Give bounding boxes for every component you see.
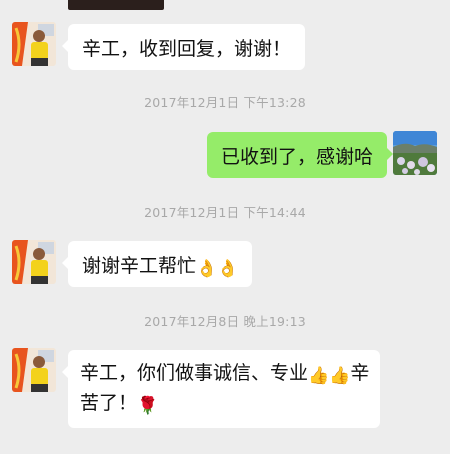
contact-avatar-icon[interactable] [12, 348, 56, 392]
message-bubble[interactable]: 已收到了，感谢哈 [207, 132, 394, 178]
message-text: 已收到了，感谢哈 [221, 146, 374, 168]
message-line: 苦了！🌹 [80, 388, 368, 418]
timestamp: 2017年12月1日 下午14:44 [144, 205, 306, 220]
message-bubble[interactable]: 辛工，你们做事诚信、专业👍👍辛 苦了！🌹 [62, 350, 380, 428]
message-bubble[interactable]: 谢谢辛工帮忙👌👌 [61, 241, 253, 287]
thumbs-up-icon: 👍👍 [308, 366, 351, 386]
message-line: 辛工，你们做事诚信、专业👍👍辛 [80, 358, 370, 388]
contact-avatar-icon[interactable] [12, 22, 56, 66]
rose-icon: 🌹 [137, 396, 159, 416]
previous-message-image[interactable] [68, 0, 164, 10]
contact-avatar-icon[interactable] [12, 240, 56, 284]
message-text: 辛工，你们做事诚信、专业 [80, 362, 309, 384]
next-timestamp-partial [140, 440, 300, 454]
message-text: 辛 [350, 362, 370, 384]
message-text: 苦了！ [80, 392, 138, 414]
ok-hand-icon: 👌👌 [196, 259, 239, 279]
message-bubble[interactable]: 辛工，收到回复，谢谢！ [61, 24, 306, 70]
timestamp: 2017年12月1日 下午13:28 [144, 95, 306, 110]
chat-thread: 辛工，收到回复，谢谢！ 2017年12月1日 下午13:28 已收到了，感谢哈 … [0, 0, 450, 450]
message-text: 辛工，收到回复，谢谢！ [82, 38, 292, 60]
timestamp: 2017年12月8日 晚上19:13 [144, 314, 306, 329]
message-text: 谢谢辛工帮忙 [82, 255, 197, 277]
self-avatar-icon[interactable] [393, 131, 437, 175]
